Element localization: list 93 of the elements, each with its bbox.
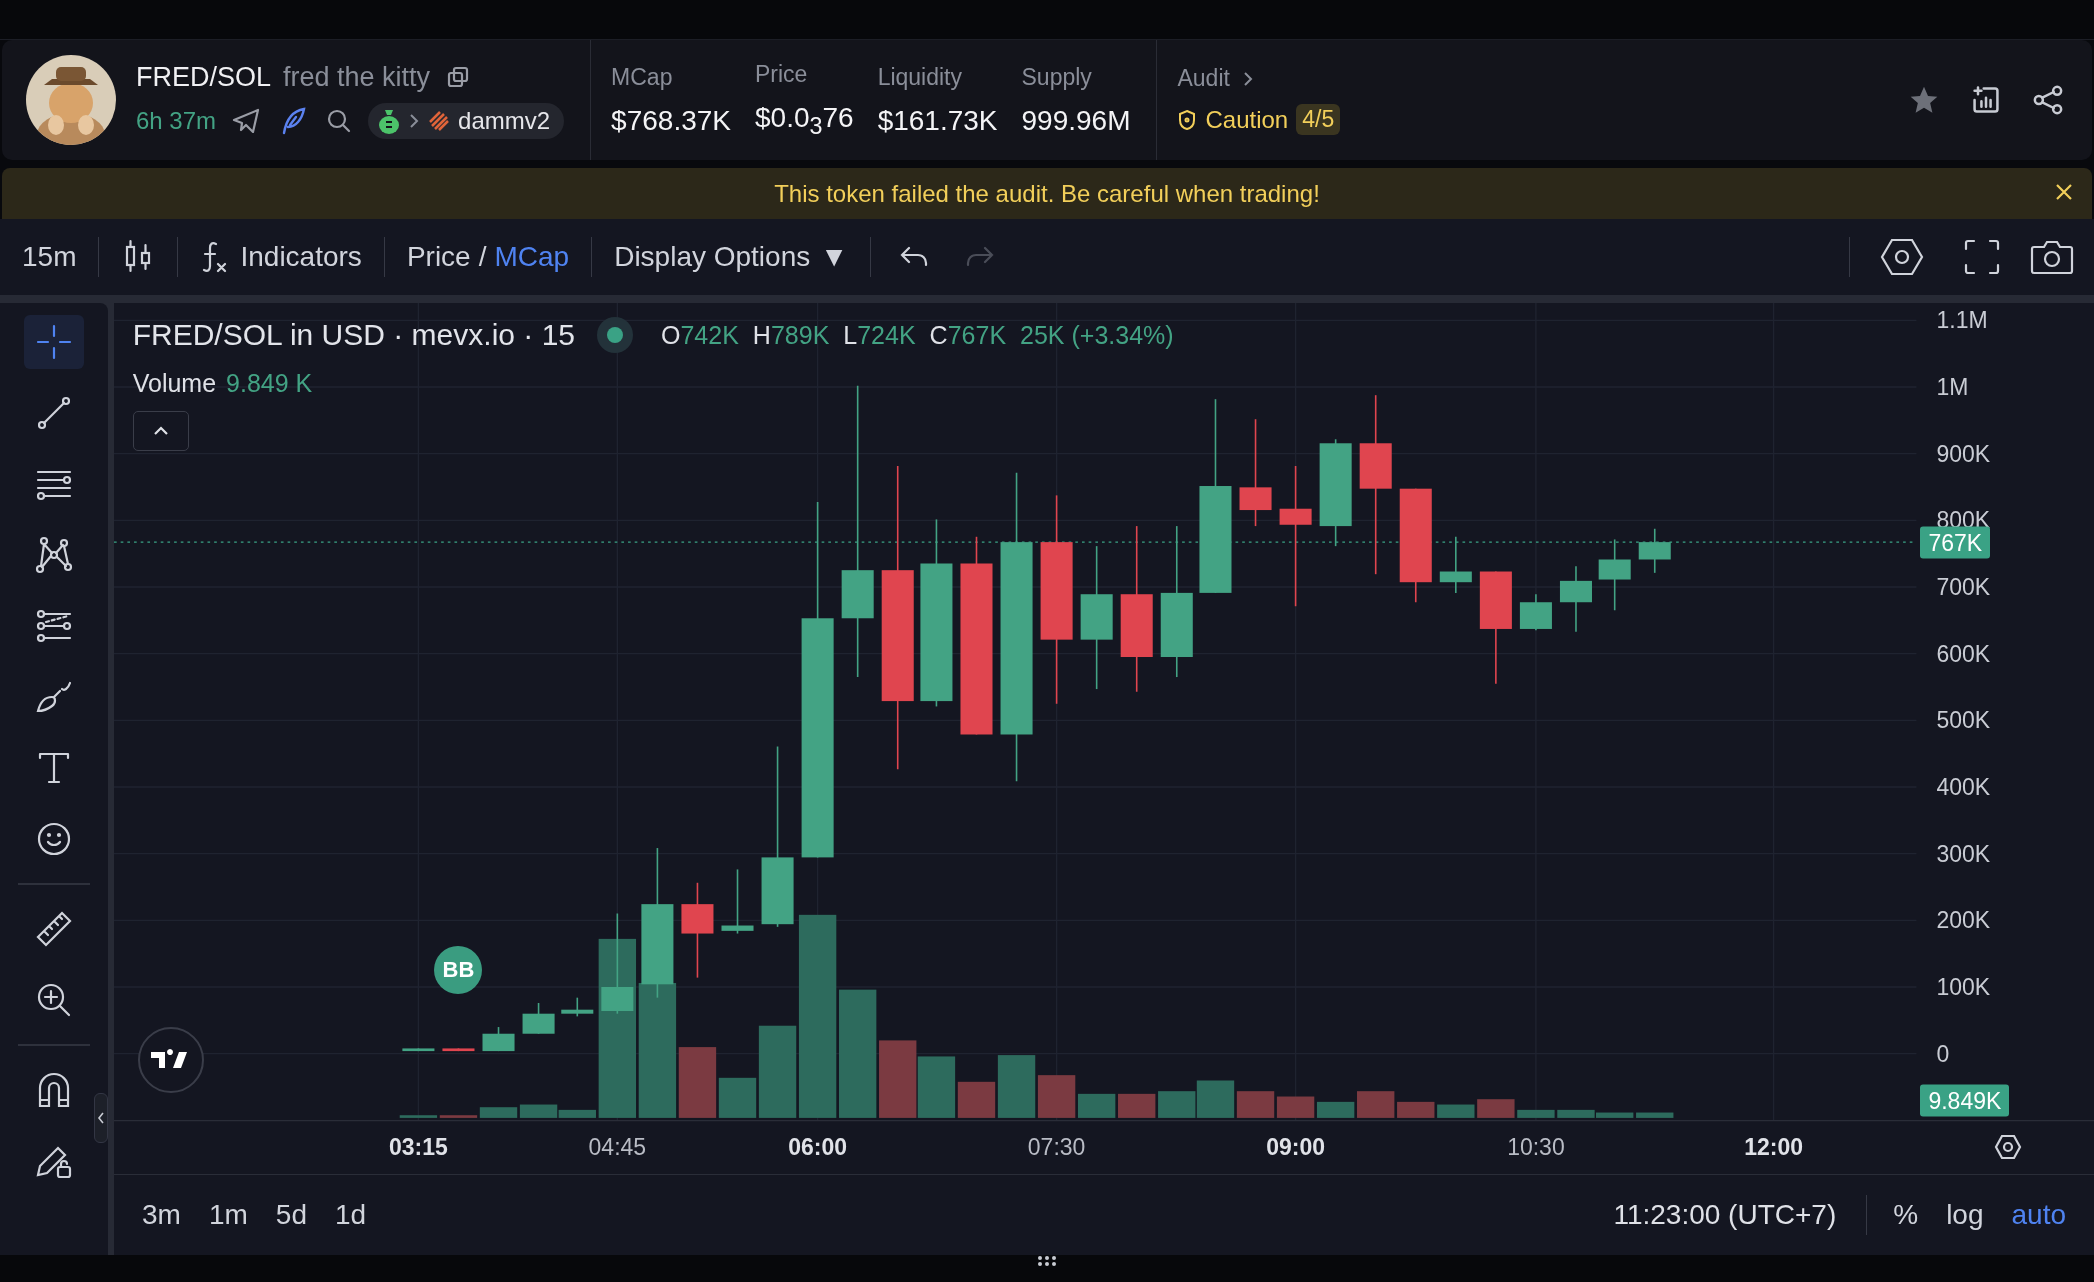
price-axis-label: 0 <box>1936 1040 1950 1067</box>
stat-value: $161.73K <box>877 104 998 137</box>
candlestick <box>522 1002 555 1035</box>
price-axis-label: 700K <box>1936 573 1991 600</box>
price-axis-label: 600K <box>1936 640 1991 667</box>
volume-bar <box>1397 1101 1435 1118</box>
volume-bar <box>1477 1099 1515 1118</box>
warning-text: This token failed the audit. Be careful when trading! <box>774 179 1320 208</box>
separator-slash: / <box>478 241 487 273</box>
time-axis-label: 03:15 <box>389 1133 448 1161</box>
audit-link[interactable]: Audit <box>1177 65 1230 92</box>
time-axis-label: 07:30 <box>1027 1133 1086 1161</box>
clock: 11:23:00 (UTC+7) <box>1613 1198 1837 1231</box>
scale-toggle[interactable]: auto <box>1999 1192 2078 1237</box>
candlestick <box>561 996 594 1018</box>
chevron-up-icon <box>152 426 169 437</box>
volume-bar <box>1316 1101 1355 1118</box>
volume-value: 9.849 K <box>226 368 313 398</box>
volume-bar <box>1357 1091 1395 1118</box>
token-pair: FRED/SOL <box>136 61 272 93</box>
ohlc-value: H789K <box>752 320 830 350</box>
ohlc-value: C767K <box>929 320 1007 350</box>
scale-toggle[interactable]: % <box>1881 1192 1931 1237</box>
stat-value: 999.96M <box>1021 104 1131 137</box>
interval-button[interactable]: 15m <box>10 235 89 279</box>
price-axis-label: 300K <box>1936 840 1991 867</box>
audit-score: 4/5 <box>1296 104 1341 135</box>
stripes-logo-icon <box>428 110 451 132</box>
token-name: fred the kitty <box>283 61 431 93</box>
stat-label: Price <box>755 60 809 88</box>
shield-icon <box>1177 108 1198 131</box>
price-axis-label: 900K <box>1936 440 1991 467</box>
volume-bar <box>1236 1091 1275 1118</box>
token-age: 6h 37m <box>136 107 217 135</box>
stat-label: Liquidity <box>877 63 963 91</box>
range-button[interactable]: 5d <box>263 1192 319 1237</box>
chevron-left-icon <box>97 1111 105 1125</box>
volume-bar <box>1276 1096 1315 1118</box>
money-bag-icon <box>378 108 401 134</box>
crosshair-icon <box>34 322 74 362</box>
collapse-handle[interactable] <box>94 1093 108 1143</box>
candlestick <box>402 1047 435 1052</box>
time-axis-label: 12:00 <box>1744 1133 1803 1161</box>
price-axis-label: 1M <box>1936 373 1969 400</box>
indicators-button[interactable]: Indicators <box>188 234 374 280</box>
candlestick <box>442 1047 475 1052</box>
candlestick <box>1559 565 1592 633</box>
chart-title: FRED/SOL in USD · mevx.io · 15 <box>132 318 575 353</box>
time-axis-label: 06:00 <box>788 1133 847 1161</box>
price-axis-label: 400K <box>1936 773 1991 800</box>
chevron-right-icon <box>408 112 421 130</box>
ruler-icon <box>34 909 74 949</box>
volume-bar <box>1636 1112 1674 1118</box>
stat-label: Supply <box>1021 63 1093 91</box>
price-axis-label: 100K <box>1936 973 1991 1000</box>
range-button[interactable]: 1d <box>322 1192 379 1237</box>
candlestick <box>482 1026 515 1052</box>
price-change: 25K (+3.34%) <box>1020 320 1174 350</box>
stat-label: MCap <box>611 63 674 91</box>
dex-pill[interactable]: dammv2 <box>368 103 565 139</box>
candlestick <box>1519 593 1552 632</box>
volume-tag: 9.849K <box>1920 1084 2010 1116</box>
ohlc-value: O742K <box>661 320 739 350</box>
stat-value: $768.37K <box>611 104 731 137</box>
time-axis-label: 09:00 <box>1266 1133 1325 1161</box>
volume-bar <box>1196 1080 1235 1118</box>
candlestick <box>1439 536 1472 594</box>
grip-icon[interactable] <box>1037 1255 1057 1267</box>
time-axis-label: 10:30 <box>1507 1133 1565 1161</box>
price-axis-label: 1.1M <box>1936 306 1988 333</box>
range-button[interactable]: 1m <box>196 1192 260 1237</box>
unit-toggle[interactable]: MCap <box>494 241 570 273</box>
audit-status: Caution <box>1205 105 1289 134</box>
volume-bar <box>1118 1093 1156 1118</box>
price-axis-label: 500K <box>1936 706 1991 733</box>
unit-toggle[interactable]: Price <box>406 241 471 273</box>
logo-icon[interactable] <box>137 1026 206 1095</box>
status-dot-icon <box>597 317 633 354</box>
volume-label: Volume <box>132 368 217 398</box>
chevron-right-icon <box>1241 69 1254 88</box>
range-button[interactable]: 3m <box>130 1192 193 1237</box>
volume-bar <box>1437 1104 1475 1118</box>
ohlc-value: L724K <box>843 320 916 350</box>
pattern-icon <box>34 535 74 575</box>
price-axis-label: 200K <box>1936 906 1991 933</box>
stat-value: $0.0$_{3}$76 <box>755 101 854 140</box>
scale-toggle[interactable]: log <box>1934 1192 1996 1237</box>
display-options-button[interactable]: Display Options ▼ <box>602 235 860 279</box>
candlestick <box>1638 527 1671 574</box>
candlestick <box>721 868 754 935</box>
volume-bar <box>1158 1091 1196 1118</box>
volume-bar <box>1517 1109 1555 1118</box>
time-axis-label: 04:45 <box>588 1133 647 1161</box>
